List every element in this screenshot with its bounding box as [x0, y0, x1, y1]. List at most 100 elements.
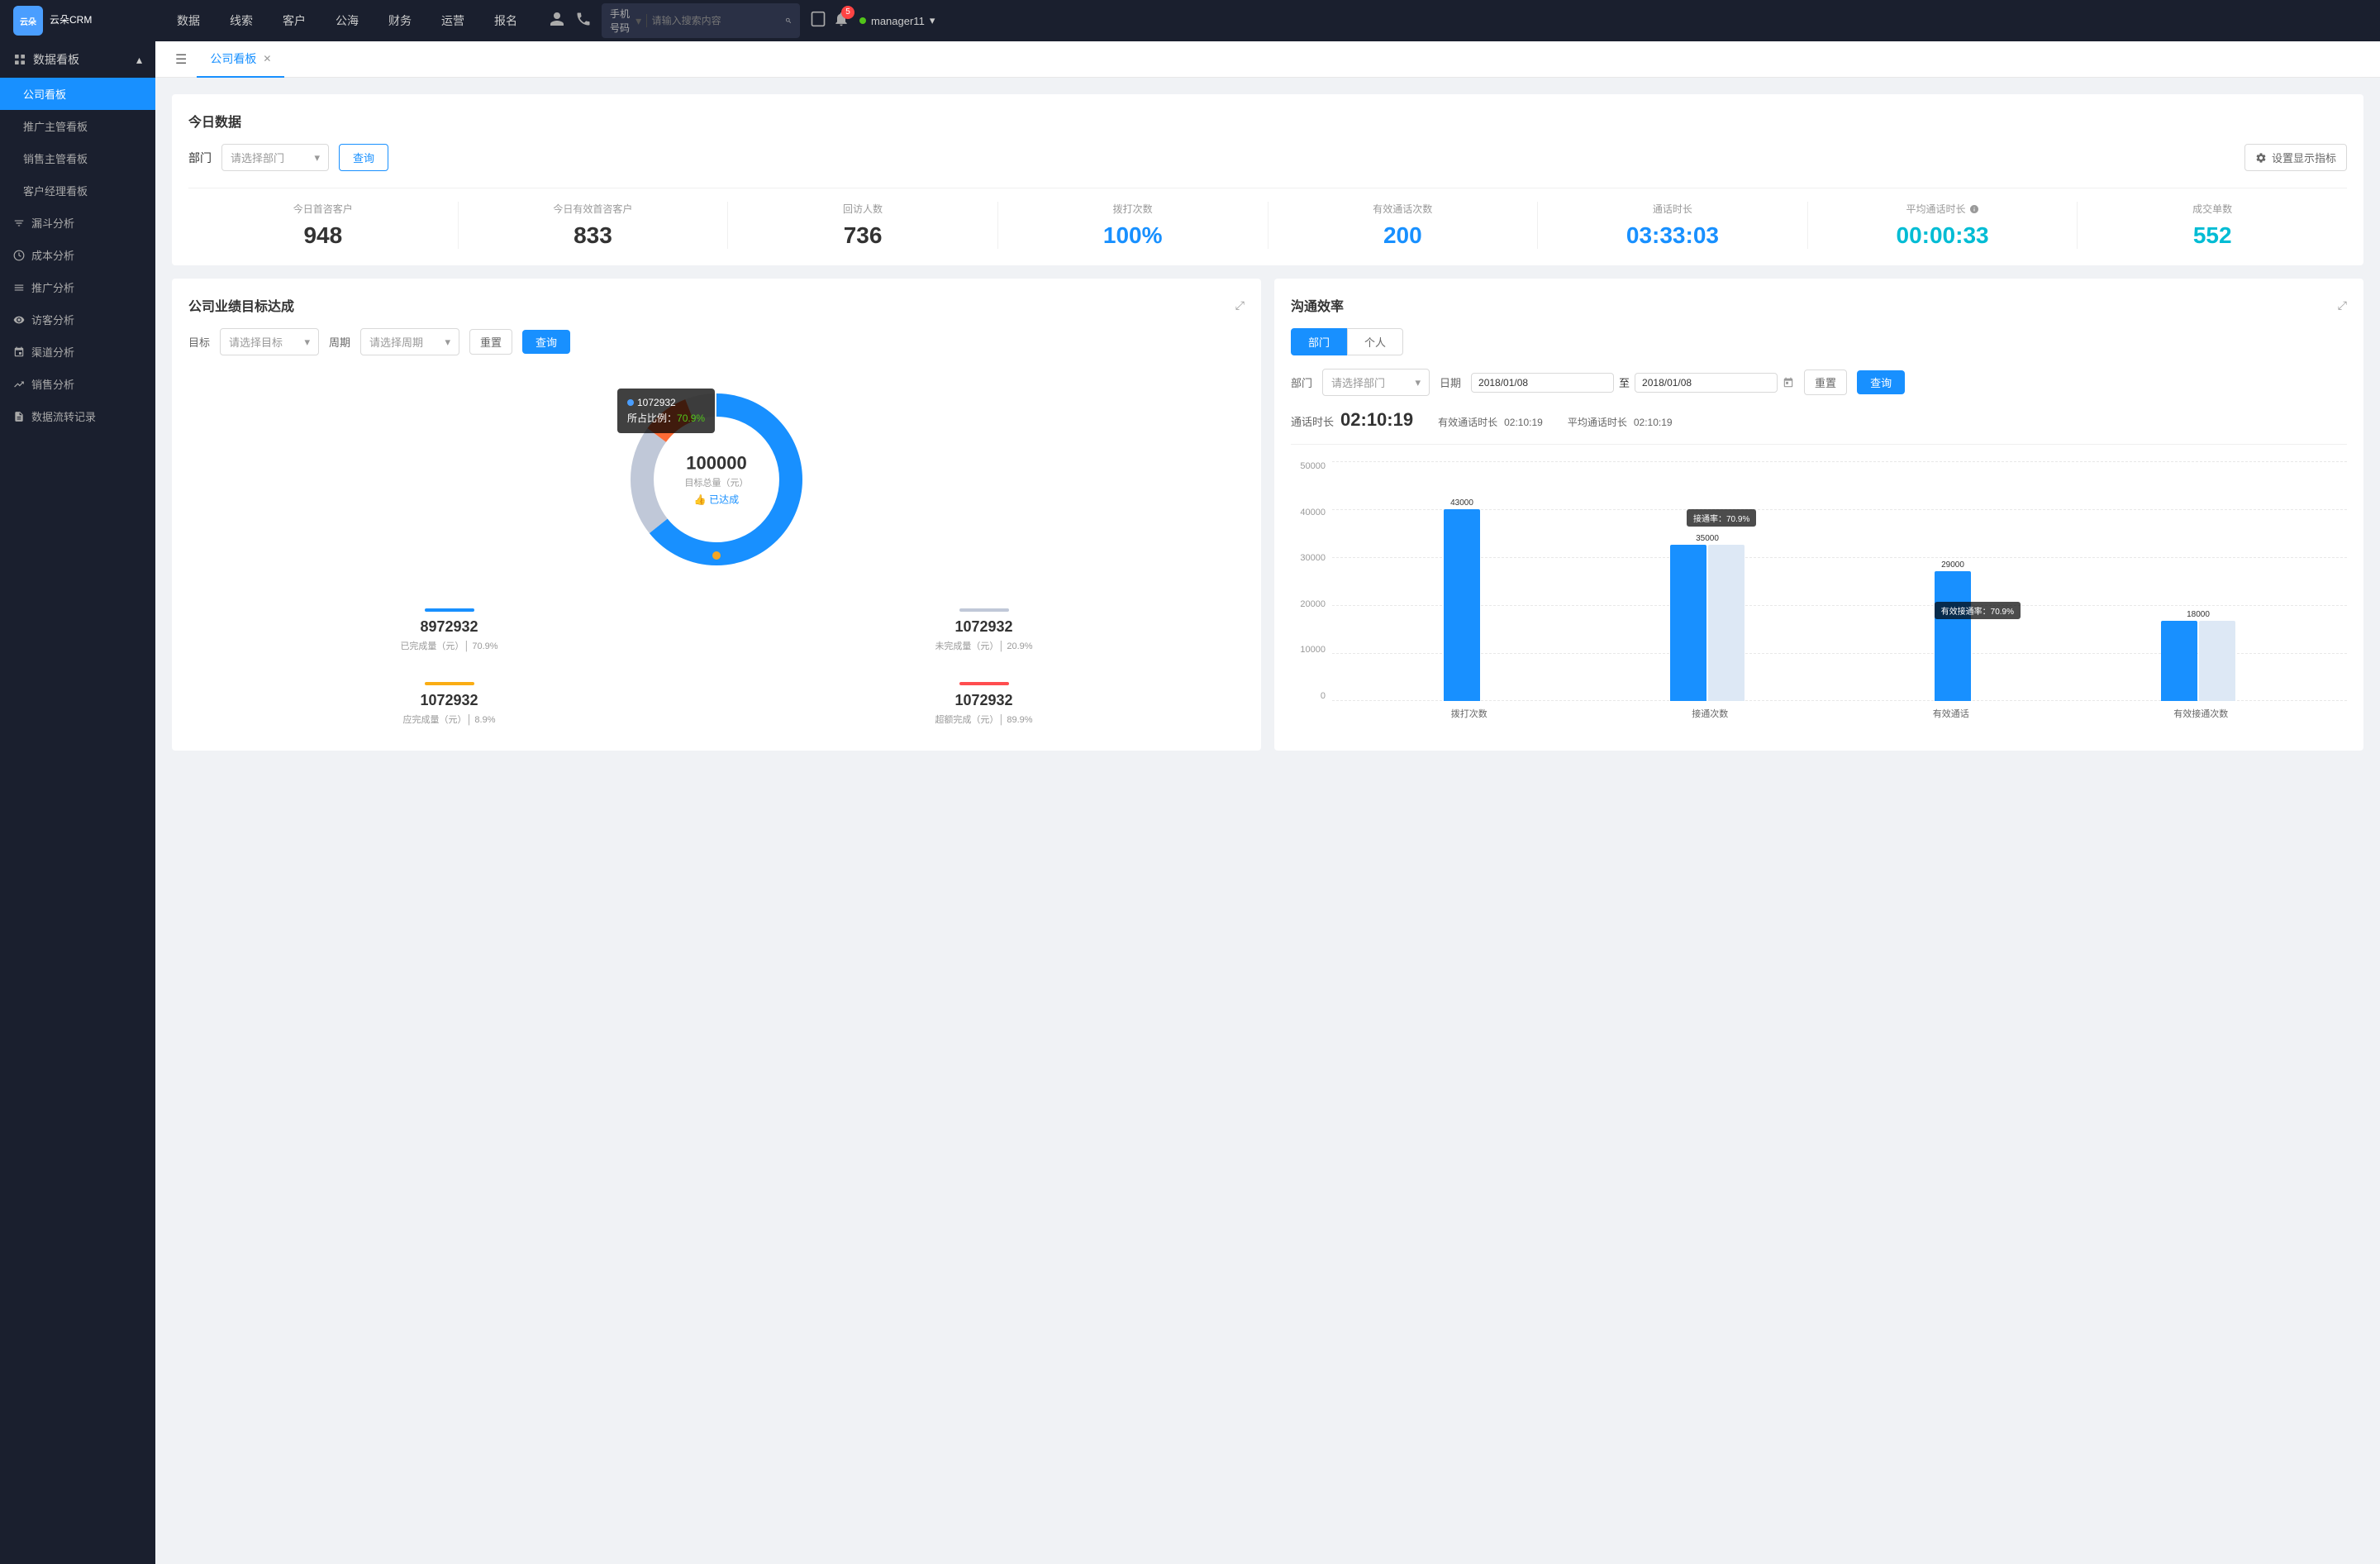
comm-avg-label: 平均通话时长	[1568, 415, 1627, 429]
stats-grid: 8972932 已完成量（元）│ 70.9% 1072932 未完成量（元）│ …	[188, 600, 1245, 734]
online-status	[859, 17, 866, 24]
target-query-btn[interactable]: 查询	[522, 330, 570, 354]
metric-dial-count: 拨打次数 100%	[998, 202, 1269, 249]
search-box: 手机号码 ▾	[602, 3, 800, 38]
stat-incomplete-desc: 未完成量（元）│ 20.9%	[731, 639, 1236, 652]
sidebar-item-sales-mgr[interactable]: 销售主管看板	[0, 142, 155, 174]
bar-group-connect: 35000 接通率：70.9%	[1670, 534, 1745, 701]
bar-group-valid-connect: 18000	[2161, 610, 2235, 701]
x-label-valid-connect: 有效接通次数	[2173, 707, 2228, 720]
metric-deals-label: 成交单数	[2086, 202, 2339, 216]
nav-finance[interactable]: 财务	[374, 0, 426, 41]
stat-incomplete-bar	[959, 608, 1009, 612]
nav-data[interactable]: 数据	[162, 0, 215, 41]
info-icon	[1969, 204, 1979, 214]
sidebar: 数据看板 ▴ 公司看板 推广主管看板 销售主管看板 客户经理看板 漏斗分析 成本…	[0, 41, 155, 1564]
metric-avg-duration: 平均通话时长 00:00:33	[1808, 202, 2078, 249]
nav-customers[interactable]: 客户	[268, 0, 321, 41]
stat-should-complete-bar	[425, 682, 474, 685]
metric-valid-first: 今日有效首咨客户 833	[459, 202, 729, 249]
today-data-section: 今日数据 部门 请选择部门 ▾ 查询 设置显示指标	[172, 94, 2363, 265]
date-range: 至	[1471, 373, 1794, 393]
sidebar-item-account-mgr[interactable]: 客户经理看板	[0, 174, 155, 207]
sidebar-item-visitor[interactable]: 访客分析	[0, 303, 155, 336]
y-label-0: 0	[1321, 691, 1326, 701]
stat-incomplete-value: 1072932	[731, 618, 1236, 636]
sidebar-section-header[interactable]: 数据看板 ▴	[0, 41, 155, 78]
metric-dial-count-label: 拨打次数	[1007, 202, 1259, 216]
bar-effective-main	[1935, 571, 1971, 701]
record-label: 数据流转记录	[31, 408, 96, 424]
business-expand-icon[interactable]: ⤢	[1235, 298, 1245, 312]
bell-icon[interactable]: 5	[833, 11, 850, 31]
tab-close-btn[interactable]: ✕	[263, 53, 271, 64]
target-select[interactable]: 请选择目标 ▾	[220, 328, 319, 355]
sidebar-item-company[interactable]: 公司看板	[0, 78, 155, 110]
nav-ops[interactable]: 运营	[426, 0, 479, 41]
comm-dept-select[interactable]: 请选择部门 ▾	[1322, 369, 1430, 396]
dept-select[interactable]: 请选择部门 ▾	[221, 144, 329, 171]
x-label-effective: 有效通话	[1933, 707, 1969, 720]
date-from-input[interactable]	[1471, 373, 1614, 393]
donut-achieved-label: 👍 已达成	[685, 493, 749, 507]
target-controls: 目标 请选择目标 ▾ 周期 请选择周期 ▾ 重置 查询	[188, 328, 1245, 355]
nav-leads[interactable]: 线索	[215, 0, 268, 41]
sidebar-item-sales[interactable]: 销售分析	[0, 368, 155, 400]
metric-today-first: 今日首咨客户 948	[188, 202, 459, 249]
target-reset-btn[interactable]: 重置	[469, 329, 512, 355]
comm-expand-icon[interactable]: ⤢	[2338, 298, 2347, 312]
sidebar-item-channel[interactable]: 渠道分析	[0, 336, 155, 368]
sidebar-item-promote[interactable]: 推广分析	[0, 271, 155, 303]
settings-btn[interactable]: 设置显示指标	[2244, 144, 2347, 171]
bar-group-effective: 29000 有效接通率：70.9%	[1935, 560, 1971, 701]
y-label-30000: 30000	[1300, 553, 1326, 563]
tab-toggle-btn[interactable]: ☰	[169, 48, 193, 71]
stat-over-complete-desc: 超额完成（元）│ 89.9%	[731, 713, 1236, 726]
sidebar-item-cost[interactable]: 成本分析	[0, 239, 155, 271]
cost-icon	[13, 250, 25, 261]
nav-pool[interactable]: 公海	[321, 0, 374, 41]
bar-connect-main	[1670, 545, 1706, 701]
cost-label: 成本分析	[31, 247, 74, 263]
person-icon[interactable]	[549, 11, 565, 31]
top-nav: 云朵 云朵CRM 数据 线索 客户 公海 财务 运营 报名 手机号码 ▾	[0, 0, 2380, 41]
y-label-20000: 20000	[1300, 599, 1326, 609]
comm-tab-dept[interactable]: 部门	[1291, 328, 1347, 355]
sidebar-item-promote-mgr[interactable]: 推广主管看板	[0, 110, 155, 142]
stat-over-complete-value: 1072932	[731, 692, 1236, 709]
bar-valid-ghost	[2199, 621, 2235, 701]
target-label: 目标	[188, 334, 210, 350]
connect-tooltip: 接通率：70.9%	[1687, 509, 1756, 527]
bar-chart: 50000 40000 30000 20000 10000 0	[1291, 461, 2347, 726]
phone-icon[interactable]	[575, 11, 592, 31]
metric-effective-calls: 有效通话次数 200	[1269, 202, 1539, 249]
sidebar-item-funnel[interactable]: 漏斗分析	[0, 207, 155, 239]
comm-query-btn[interactable]: 查询	[1857, 370, 1905, 394]
business-target-title: 公司业绩目标达成	[188, 295, 294, 315]
settings-btn-label: 设置显示指标	[2272, 150, 2336, 165]
user-info[interactable]: manager11 ▾	[859, 14, 935, 27]
sales-label: 销售分析	[31, 376, 74, 392]
search-input[interactable]	[652, 15, 780, 26]
bar-label-35000: 35000	[1696, 534, 1719, 543]
tab-company-board[interactable]: 公司看板 ✕	[197, 41, 284, 78]
stat-over-complete-bar	[959, 682, 1009, 685]
y-label-50000: 50000	[1300, 461, 1326, 471]
comm-effective: 有效通话时长 02:10:19	[1438, 415, 1543, 429]
sidebar-collapse-icon[interactable]: ▴	[136, 53, 142, 67]
bar-label-18000: 18000	[2187, 610, 2210, 619]
comm-title: 沟通效率	[1291, 295, 1344, 315]
period-select[interactable]: 请选择周期 ▾	[360, 328, 459, 355]
visitor-icon	[13, 314, 25, 326]
tablet-icon[interactable]	[810, 11, 826, 31]
comm-header: 沟通效率 ⤢	[1291, 295, 2347, 315]
metric-effective-calls-value: 200	[1277, 222, 1530, 249]
date-to-input[interactable]	[1635, 373, 1778, 393]
comm-tab-person[interactable]: 个人	[1347, 328, 1403, 355]
nav-register[interactable]: 报名	[479, 0, 532, 41]
comm-reset-btn[interactable]: 重置	[1804, 370, 1847, 395]
comm-avg-value: 02:10:19	[1634, 417, 1673, 428]
today-query-btn[interactable]: 查询	[339, 144, 388, 171]
app-layout: 数据看板 ▴ 公司看板 推广主管看板 销售主管看板 客户经理看板 漏斗分析 成本…	[0, 41, 2380, 1564]
sidebar-item-record[interactable]: 数据流转记录	[0, 400, 155, 432]
